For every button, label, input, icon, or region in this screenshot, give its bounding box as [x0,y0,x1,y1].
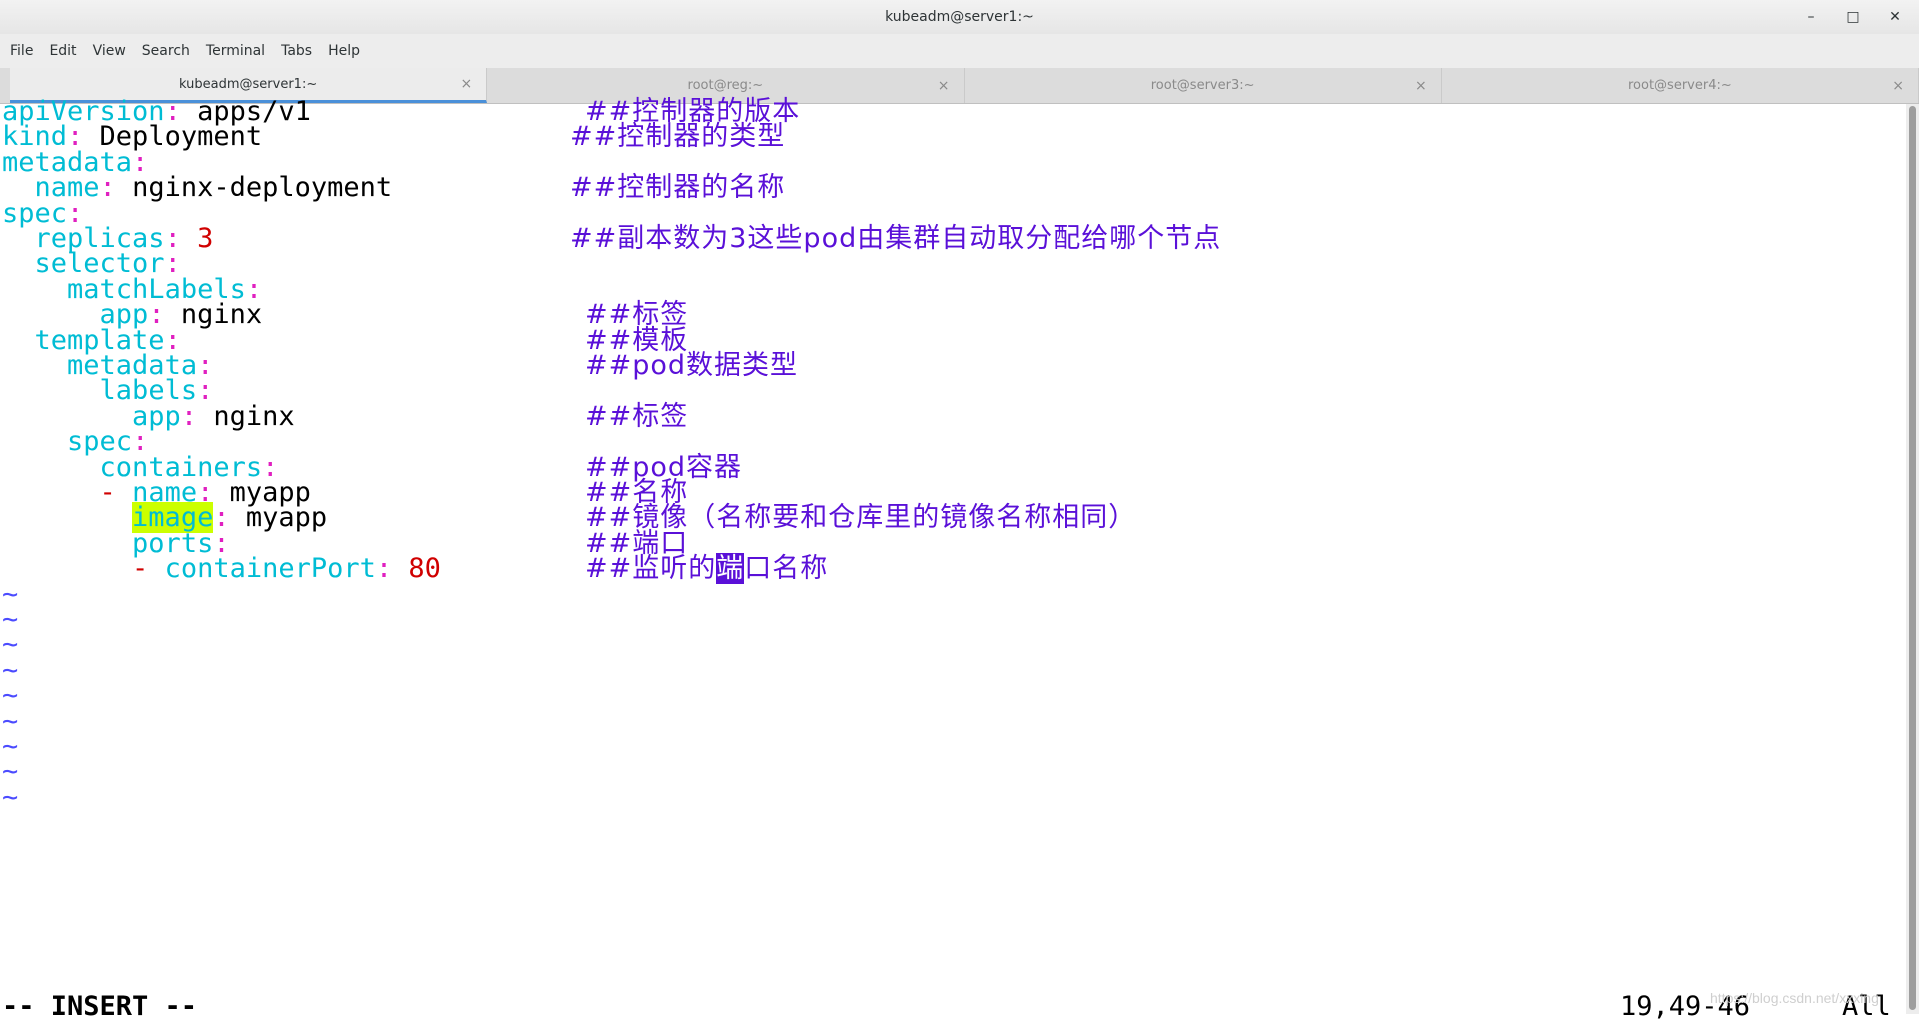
maximize-icon[interactable]: □ [1843,9,1863,25]
list-dash: - [132,553,165,585]
scrollbar-thumb[interactable] [1909,106,1916,1010]
tab-label: root@reg:~ [687,78,764,93]
yaml-value: nginx-deployment [132,172,393,204]
yaml-colon: : [99,172,133,204]
yaml-colon: : [375,553,409,585]
yaml-comment: ##控制器的类型 [570,121,786,153]
buffer-line: - containerPort: 80 [2,553,441,584]
watermark: https://blog.csdn.net/xxxing [1710,990,1879,1006]
tab-close-icon[interactable]: × [1892,78,1904,94]
tab-label: kubeadm@server1:~ [179,76,318,92]
tab-close-icon[interactable]: × [1415,78,1427,94]
yaml-comment: ##副本数为3这些pod由集群自动取分配给哪个节点 [570,223,1222,254]
menu-view[interactable]: View [87,43,132,59]
tab-close-icon[interactable]: × [461,76,473,92]
window-titlebar: kubeadm@server1:~ – □ ✕ [0,0,1919,34]
comment-text: ##监听的 [585,553,717,585]
empty-line-tilde: ~ [2,781,19,813]
yaml-value: nginx [213,400,295,432]
close-icon[interactable]: ✕ [1885,9,1905,25]
tab-close-icon[interactable]: × [938,78,950,94]
yaml-value: myapp [245,502,328,534]
yaml-comment: ##监听的端口名称 [585,553,829,585]
yaml-key: containerPort [164,553,376,585]
yaml-number: 3 [197,223,214,254]
yaml-value: nginx [180,299,263,331]
tab-root-server4[interactable]: root@server4:~ × [1442,68,1919,103]
terminal-editor-area[interactable]: apiVersion: apps/v1 ##控制器的版本 kind: Deploym… [0,96,1906,1014]
vim-status-line: -- INSERT -- 19,49-46 All [0,989,1906,1025]
window-controls: – □ ✕ [1801,0,1905,34]
menu-search[interactable]: Search [136,43,196,59]
yaml-comment: ##控制器的名称 [570,172,786,204]
window-title: kubeadm@server1:~ [885,9,1034,25]
vim-mode-indicator: -- INSERT -- [2,991,198,1022]
comment-text: 口名称 [744,553,829,585]
menu-edit[interactable]: Edit [43,43,82,59]
menu-help[interactable]: Help [322,43,366,59]
yaml-comment: ##pod数据类型 [585,350,799,381]
menu-bar: File Edit View Search Terminal Tabs Help [0,34,1919,68]
menu-file[interactable]: File [4,43,39,59]
text-cursor: 端 [716,553,745,585]
yaml-comment: ##标签 [585,400,689,432]
terminal-scrollbar[interactable] [1906,104,1919,1014]
menu-tabs[interactable]: Tabs [275,43,318,59]
yaml-number: 80 [408,553,441,585]
tab-label: root@server3:~ [1150,78,1255,93]
menu-terminal[interactable]: Terminal [200,43,271,59]
tab-label: root@server4:~ [1627,78,1732,93]
tab-root-server3[interactable]: root@server3:~ × [965,68,1442,103]
minimize-icon[interactable]: – [1801,9,1821,25]
yaml-colon: : [180,400,214,432]
